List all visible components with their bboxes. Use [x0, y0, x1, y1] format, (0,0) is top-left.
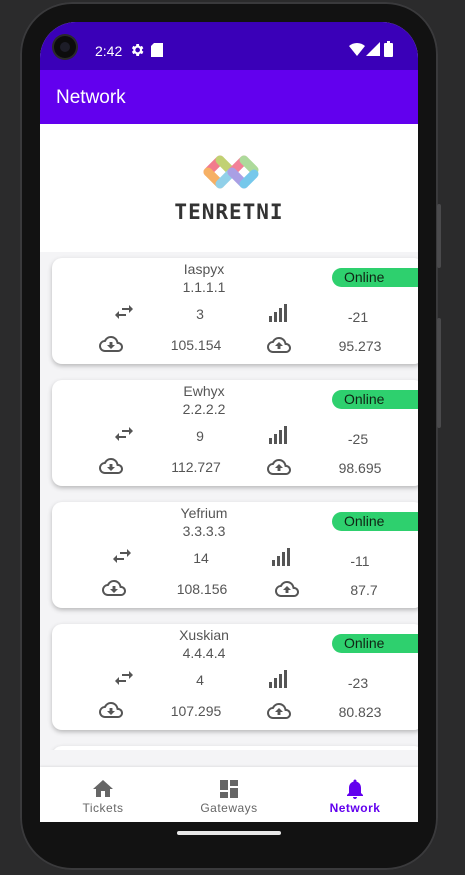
cloud-upload-icon	[267, 337, 291, 353]
download-value: 108.156	[176, 581, 228, 597]
gateway-card[interactable]: Xuskian 4.4.4.4 Online 4 -23 107.295 80.…	[52, 624, 418, 730]
status-badge: Online	[332, 268, 418, 287]
cell-signal-icon	[366, 42, 380, 56]
gateway-name: Xuskian	[179, 627, 229, 643]
gateway-card[interactable]: Iaspyx 1.1.1.1 Online 3 -21 105.154 95.2…	[52, 258, 418, 364]
gateway-ip: 2.2.2.2	[182, 401, 226, 417]
download-value: 112.727	[171, 459, 221, 475]
cloud-download-icon	[99, 336, 123, 352]
signal-bars-icon	[269, 426, 287, 444]
signal-value: -25	[347, 431, 369, 447]
settings-icon	[131, 44, 144, 56]
app-bar: Network	[40, 70, 418, 124]
status-badge: Online	[332, 390, 418, 409]
tab-network[interactable]: Network	[292, 767, 418, 822]
screen: 2:42 Network TENRETNI Iaspyx 1.1.1.1 Onl…	[40, 22, 418, 822]
cloud-download-icon	[99, 458, 123, 474]
home-icon	[93, 780, 113, 797]
connection-count: 4	[196, 672, 204, 688]
connection-count: 14	[193, 550, 209, 566]
connection-count: 9	[196, 428, 204, 444]
cloud-download-icon	[99, 702, 123, 718]
gateway-ip: 3.3.3.3	[182, 523, 226, 539]
front-camera	[54, 36, 76, 58]
brand-logo-text: TENRETNI	[174, 200, 284, 224]
bottom-navigation: Tickets Gateways Network	[40, 767, 418, 822]
brand-logo-icon	[203, 155, 259, 189]
upload-value: 95.273	[338, 338, 382, 354]
page-title: Network	[56, 87, 126, 108]
connection-count: 3	[196, 306, 204, 322]
volume-button	[437, 204, 441, 268]
wifi-icon	[349, 42, 365, 56]
gateway-card[interactable]: Yefrium 3.3.3.3 Online 14 -11 108.156 87…	[52, 502, 418, 608]
tab-label: Network	[329, 801, 381, 815]
signal-bars-icon	[272, 548, 290, 566]
cloud-download-icon	[102, 580, 126, 596]
tab-gateways[interactable]: Gateways	[166, 767, 292, 822]
signal-value: -21	[347, 309, 369, 325]
gateway-card[interactable]	[52, 746, 418, 750]
bell-icon	[347, 779, 363, 799]
cloud-upload-icon	[275, 581, 299, 597]
gateway-ip: 4.4.4.4	[182, 645, 226, 661]
dashboard-icon	[220, 780, 238, 798]
swap-icon	[115, 305, 133, 319]
cloud-upload-icon	[267, 703, 291, 719]
status-badge: Online	[332, 634, 418, 653]
gateway-name: Ewhyx	[183, 383, 225, 399]
gateway-list[interactable]: Iaspyx 1.1.1.1 Online 3 -21 105.154 95.2…	[40, 252, 418, 750]
home-gesture-bar[interactable]	[177, 831, 281, 835]
swap-icon	[113, 549, 131, 563]
gateway-name: Yefrium	[180, 505, 228, 521]
signal-bars-icon	[269, 670, 287, 688]
gateway-card[interactable]: Ewhyx 2.2.2.2 Online 9 -25 112.727 98.69…	[52, 380, 418, 486]
download-value: 107.295	[170, 703, 222, 719]
power-button	[437, 318, 441, 428]
signal-bars-icon	[269, 304, 287, 322]
tab-label: Tickets	[82, 801, 124, 815]
tab-label: Gateways	[200, 801, 258, 815]
status-badge: Online	[332, 512, 418, 531]
upload-value: 80.823	[338, 704, 382, 720]
signal-value: -11	[350, 553, 370, 569]
cloud-upload-icon	[267, 459, 291, 475]
download-value: 105.154	[170, 337, 222, 353]
signal-value: -23	[347, 675, 369, 691]
brand-header: TENRETNI	[40, 124, 418, 252]
swap-icon	[115, 671, 133, 685]
swap-icon	[115, 427, 133, 441]
gateway-ip: 1.1.1.1	[182, 279, 226, 295]
status-time: 2:42	[95, 43, 123, 59]
tab-tickets[interactable]: Tickets	[40, 767, 166, 822]
gateway-name: Iaspyx	[183, 261, 225, 277]
battery-icon	[384, 41, 393, 57]
system-nav-bar	[40, 822, 418, 844]
upload-value: 87.7	[350, 582, 378, 598]
sd-card-icon	[151, 43, 163, 57]
upload-value: 98.695	[338, 460, 382, 476]
status-bar: 2:42	[40, 22, 418, 70]
